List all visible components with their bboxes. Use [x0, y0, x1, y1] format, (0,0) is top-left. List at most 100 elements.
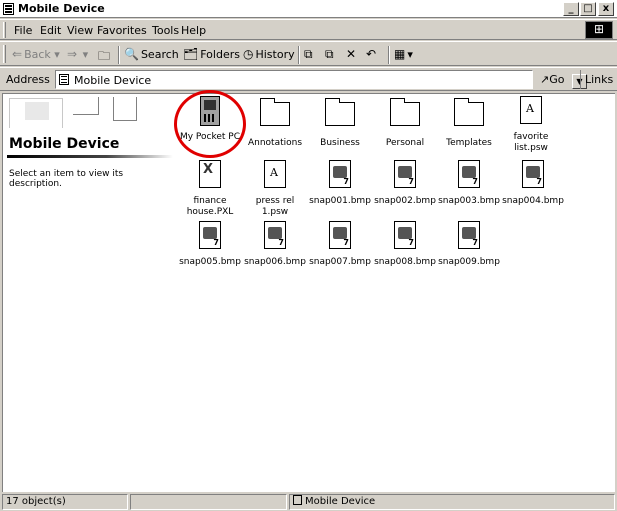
bmp-file-icon [458, 160, 480, 188]
folder-icon [454, 98, 484, 126]
menu-view[interactable]: View [67, 24, 93, 37]
item-label: Business [320, 138, 360, 148]
item-description: Select an item to view its description. [9, 169, 124, 189]
status-object-count: 17 object(s) [2, 494, 128, 510]
bmp-file-icon [329, 160, 351, 188]
folder-heading: Mobile Device [9, 136, 120, 152]
item-snap004[interactable]: snap004.bmp [501, 160, 565, 207]
up-folder-icon: 🗀 [98, 49, 111, 63]
item-label: snap006.bmp [244, 257, 306, 267]
search-label: Search [140, 48, 179, 61]
toolbar-grip[interactable] [3, 45, 6, 63]
close-button[interactable]: x [598, 2, 614, 16]
back-dropdown-icon: ▾ [54, 48, 60, 61]
folders-button[interactable]: 🗂 Folders [183, 47, 240, 61]
toolbar-separator [388, 46, 390, 64]
toolbar-separator [118, 46, 120, 64]
item-label: finance house.PXL [186, 196, 234, 217]
item-personal[interactable]: Personal [373, 96, 437, 149]
views-button[interactable]: ▦ ▾ [394, 47, 413, 61]
folder-icon [325, 98, 355, 126]
item-snap009[interactable]: snap009.bmp [437, 221, 501, 268]
item-snap008[interactable]: snap008.bmp [373, 221, 437, 268]
menu-file[interactable]: File [14, 24, 32, 37]
menu-grip[interactable] [3, 22, 6, 38]
views-icon: ▦ [394, 47, 406, 61]
pxl-file-icon: X [199, 160, 221, 188]
delete-button[interactable]: ✕ [346, 47, 358, 61]
bmp-file-icon [458, 221, 480, 249]
go-button[interactable]: ↗Go [540, 73, 564, 86]
item-label: press rel 1.psw [255, 196, 295, 217]
bmp-file-icon [329, 221, 351, 249]
bmp-file-icon [394, 160, 416, 188]
status-bar: 17 object(s) Mobile Device [0, 493, 617, 511]
item-label: snap001.bmp [309, 196, 371, 206]
item-label: Templates [446, 138, 492, 148]
item-snap002[interactable]: snap002.bmp [373, 160, 437, 207]
history-icon: ◷ [243, 47, 254, 61]
links-button[interactable]: Links » [580, 70, 617, 89]
mobile-device-icon [59, 74, 69, 85]
views-dropdown-icon: ▾ [407, 48, 413, 61]
status-location: Mobile Device [289, 494, 615, 510]
search-button[interactable]: 🔍 Search [124, 47, 179, 61]
back-label: Back [24, 48, 51, 61]
item-snap006[interactable]: snap006.bmp [243, 221, 307, 268]
item-label: Personal [385, 138, 425, 148]
item-label: favorite list.psw [513, 132, 549, 153]
item-label: snap008.bmp [374, 257, 436, 267]
address-bar: Address Mobile Device ▼ ↗Go Links » [0, 67, 617, 91]
folder-icon [260, 98, 290, 126]
move-to-button[interactable]: ⧉ [304, 47, 315, 62]
item-label: Annotations [247, 138, 303, 148]
back-button[interactable]: ⇐ Back ▾ [12, 47, 60, 61]
item-label: snap007.bmp [309, 257, 371, 267]
item-finance-house[interactable]: X finance house.PXL [178, 160, 242, 218]
up-folder-button[interactable]: 🗀 [98, 47, 112, 68]
item-snap001[interactable]: snap001.bmp [308, 160, 372, 207]
window-title: Mobile Device [18, 2, 105, 15]
item-snap005[interactable]: snap005.bmp [178, 221, 242, 268]
item-snap003[interactable]: snap003.bmp [437, 160, 501, 207]
delete-icon: ✕ [346, 47, 357, 61]
undo-icon: ↶ [366, 47, 377, 61]
decorative-graphic [25, 102, 49, 120]
menu-favorites[interactable]: Favorites [97, 24, 147, 37]
menu-tools[interactable]: Tools [152, 24, 179, 37]
item-templates[interactable]: Templates [437, 96, 501, 149]
item-favorite-list[interactable]: A favorite list.psw [501, 96, 561, 154]
item-business[interactable]: Business [308, 96, 372, 149]
decorative-graphic [73, 97, 99, 115]
web-view-pane: Mobile Device Select an item to view its… [3, 94, 178, 492]
status-blank-pane [130, 494, 287, 510]
title-bar[interactable]: Mobile Device _ □ x [0, 0, 617, 18]
windows-logo-icon [585, 21, 613, 39]
history-button[interactable]: ◷ History [243, 47, 295, 61]
item-annotations[interactable]: Annotations [243, 96, 307, 149]
minimize-button[interactable]: _ [563, 2, 579, 16]
decorative-graphic [113, 97, 137, 121]
bmp-file-icon [199, 221, 221, 249]
menu-edit[interactable]: Edit [40, 24, 61, 37]
links-label: Links [585, 73, 614, 86]
undo-button[interactable]: ↶ [366, 47, 378, 61]
forward-button[interactable]: ⇒ ▾ [67, 47, 88, 61]
psw-file-icon: A [264, 160, 286, 188]
item-press-rel[interactable]: A press rel 1.psw [243, 160, 307, 218]
address-input[interactable]: Mobile Device ▼ [55, 70, 587, 89]
item-label: snap003.bmp [438, 196, 500, 206]
item-snap007[interactable]: snap007.bmp [308, 221, 372, 268]
bmp-file-icon [264, 221, 286, 249]
folders-label: Folders [200, 48, 240, 61]
explorer-window: Mobile Device _ □ x File Edit View Favor… [0, 0, 617, 511]
maximize-button[interactable]: □ [580, 2, 596, 16]
item-label: snap009.bmp [438, 257, 500, 267]
search-icon: 🔍 [124, 47, 139, 61]
item-my-pocket-pc[interactable]: My Pocket PC [178, 96, 242, 143]
copy-to-button[interactable]: ⧉ [325, 47, 336, 62]
folder-view[interactable]: Mobile Device Select an item to view its… [2, 90, 615, 492]
mobile-device-icon [3, 3, 14, 15]
standard-toolbar: ⇐ Back ▾ ⇒ ▾ 🗀 🔍 Search 🗂 Folders ◷ History … [0, 41, 617, 66]
menu-help[interactable]: Help [181, 24, 206, 37]
